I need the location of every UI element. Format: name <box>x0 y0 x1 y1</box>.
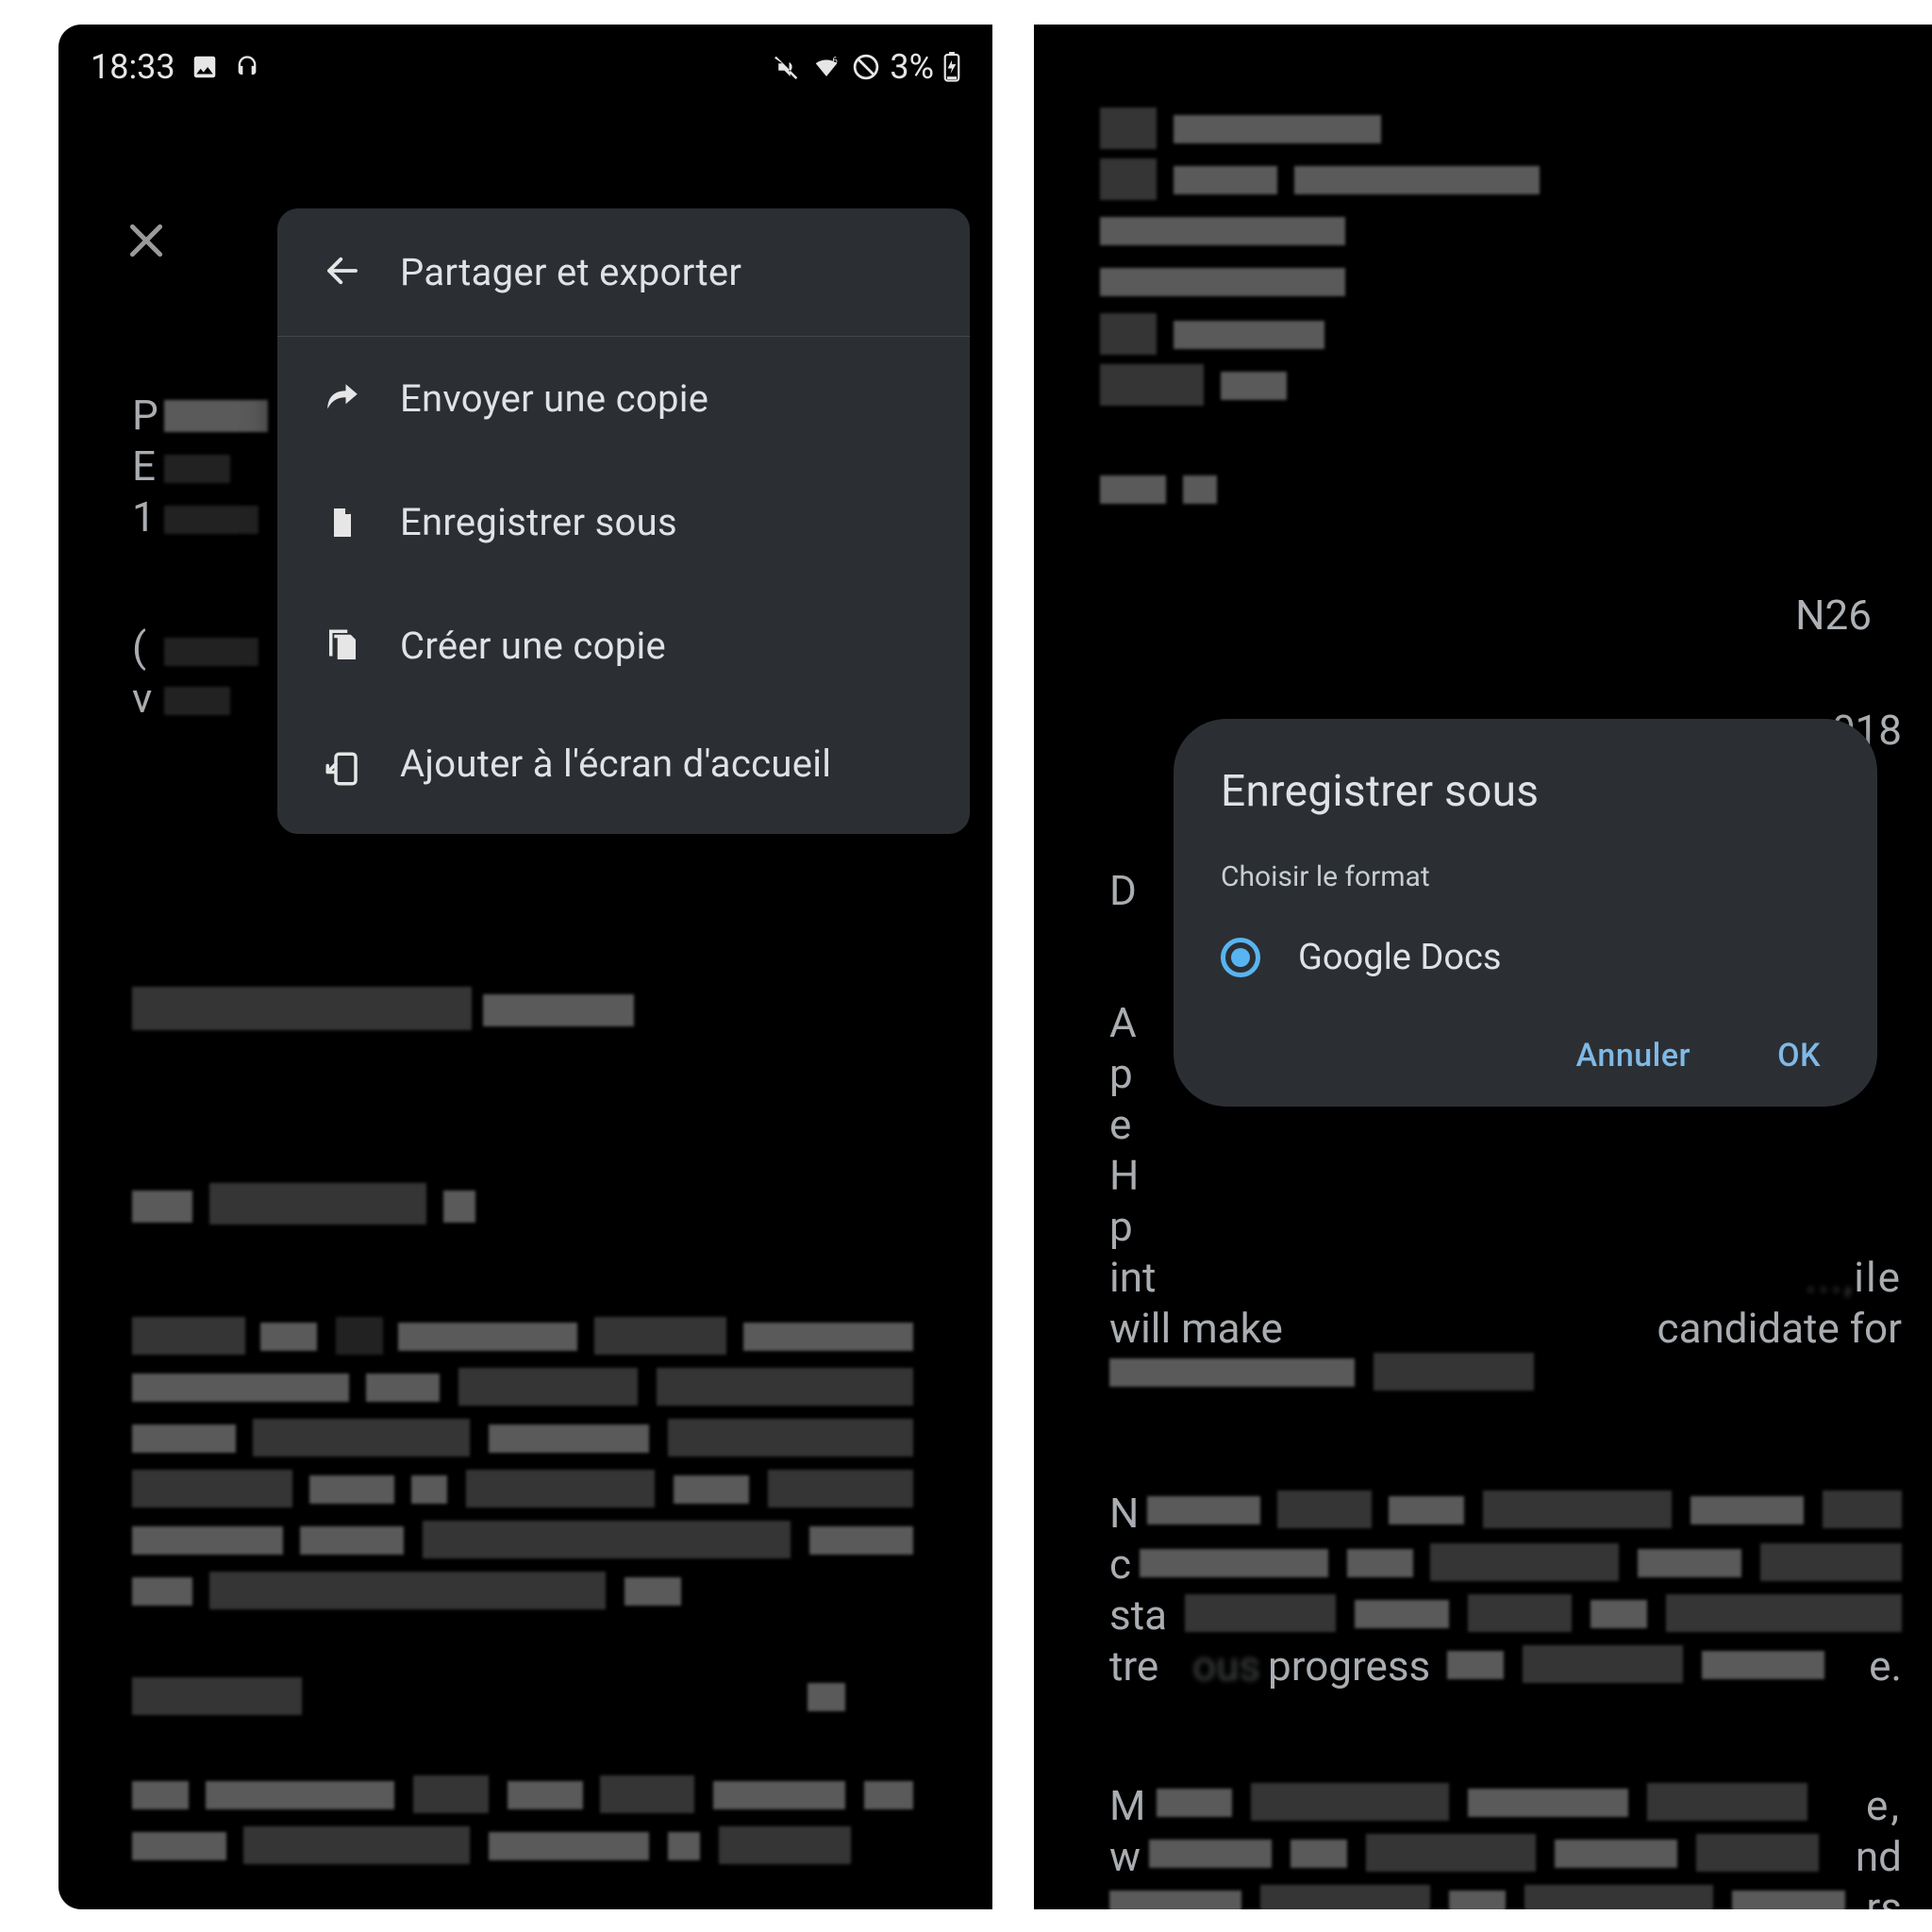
bg-text: ...,ile <box>1806 1253 1902 1302</box>
bg-text: P <box>132 391 158 440</box>
bg-text: sta <box>1109 1591 1167 1640</box>
bg-text: c <box>1109 1540 1131 1589</box>
right-screenshot: N26 018 D A p e H p int ...,ile will mak… <box>1034 25 1932 1909</box>
battery-pct: 3% <box>890 47 934 87</box>
close-button[interactable] <box>123 217 170 268</box>
headset-icon <box>234 54 260 80</box>
format-option-google-docs[interactable]: Google Docs <box>1221 937 1838 978</box>
bg-text: D <box>1109 866 1137 915</box>
bg-text: 1 <box>132 492 156 541</box>
menu-label: Ajouter à l'écran d'accueil <box>400 740 831 789</box>
bg-text: e. <box>1869 1641 1902 1690</box>
battery-icon <box>943 52 960 82</box>
radio-label: Google Docs <box>1298 937 1502 978</box>
image-icon <box>191 53 219 81</box>
menu-item-add-to-homescreen[interactable]: Ajouter à l'écran d'accueil <box>277 708 970 834</box>
bg-text: ( <box>132 623 146 672</box>
bg-text: N <box>1109 1489 1139 1538</box>
bg-text: progress <box>1268 1641 1430 1690</box>
bg-text: ous <box>1192 1641 1260 1690</box>
copy-icon <box>323 626 362 666</box>
save-as-dialog: Enregistrer sous Choisir le format Googl… <box>1174 719 1877 1107</box>
bg-text: tre <box>1109 1641 1158 1690</box>
bg-text: M <box>1109 1781 1145 1830</box>
menu-label: Créer une copie <box>400 624 666 668</box>
bg-text: e, <box>1866 1781 1902 1830</box>
back-arrow-icon[interactable] <box>323 251 362 294</box>
dnd-icon <box>852 53 880 81</box>
document-icon <box>323 503 362 542</box>
bg-text: will make <box>1109 1304 1283 1353</box>
add-home-icon <box>323 749 362 789</box>
radio-checked-icon <box>1221 938 1260 977</box>
menu-item-send-copy[interactable]: Envoyer une copie <box>277 337 970 460</box>
bg-text: E <box>132 441 156 491</box>
menu-label: Envoyer une copie <box>400 376 708 421</box>
bg-text: candidate for <box>1657 1304 1902 1353</box>
left-screenshot: 18:33 6 3% <box>58 25 992 1909</box>
wifi-icon: 6 <box>810 53 842 81</box>
cancel-button[interactable]: Annuler <box>1576 1037 1690 1074</box>
bg-text: p <box>1109 1202 1133 1251</box>
bg-text: e <box>1109 1100 1131 1149</box>
share-export-menu: Partager et exporter Envoyer une copie E… <box>277 208 970 834</box>
bg-text: v <box>132 674 152 723</box>
bg-text: int <box>1109 1253 1156 1302</box>
status-time: 18:33 <box>91 47 175 87</box>
bg-text: A <box>1109 998 1137 1047</box>
bg-text: rs <box>1866 1883 1902 1909</box>
menu-item-make-copy[interactable]: Créer une copie <box>277 584 970 708</box>
mute-icon <box>773 53 801 81</box>
dialog-title: Enregistrer sous <box>1221 766 1838 817</box>
svg-text:6: 6 <box>833 56 839 66</box>
dialog-subtitle: Choisir le format <box>1221 860 1838 893</box>
menu-item-save-as[interactable]: Enregistrer sous <box>277 460 970 584</box>
bg-text: nd <box>1856 1832 1902 1881</box>
bg-text: p <box>1109 1049 1133 1098</box>
status-bar: 18:33 6 3% <box>58 25 992 108</box>
bg-text: N26 <box>1795 591 1872 640</box>
menu-label: Enregistrer sous <box>400 500 677 544</box>
bg-text: H <box>1109 1151 1139 1200</box>
share-icon <box>323 379 362 419</box>
ok-button[interactable]: OK <box>1777 1037 1821 1074</box>
bg-text: w <box>1109 1832 1141 1881</box>
menu-title: Partager et exporter <box>400 250 741 294</box>
